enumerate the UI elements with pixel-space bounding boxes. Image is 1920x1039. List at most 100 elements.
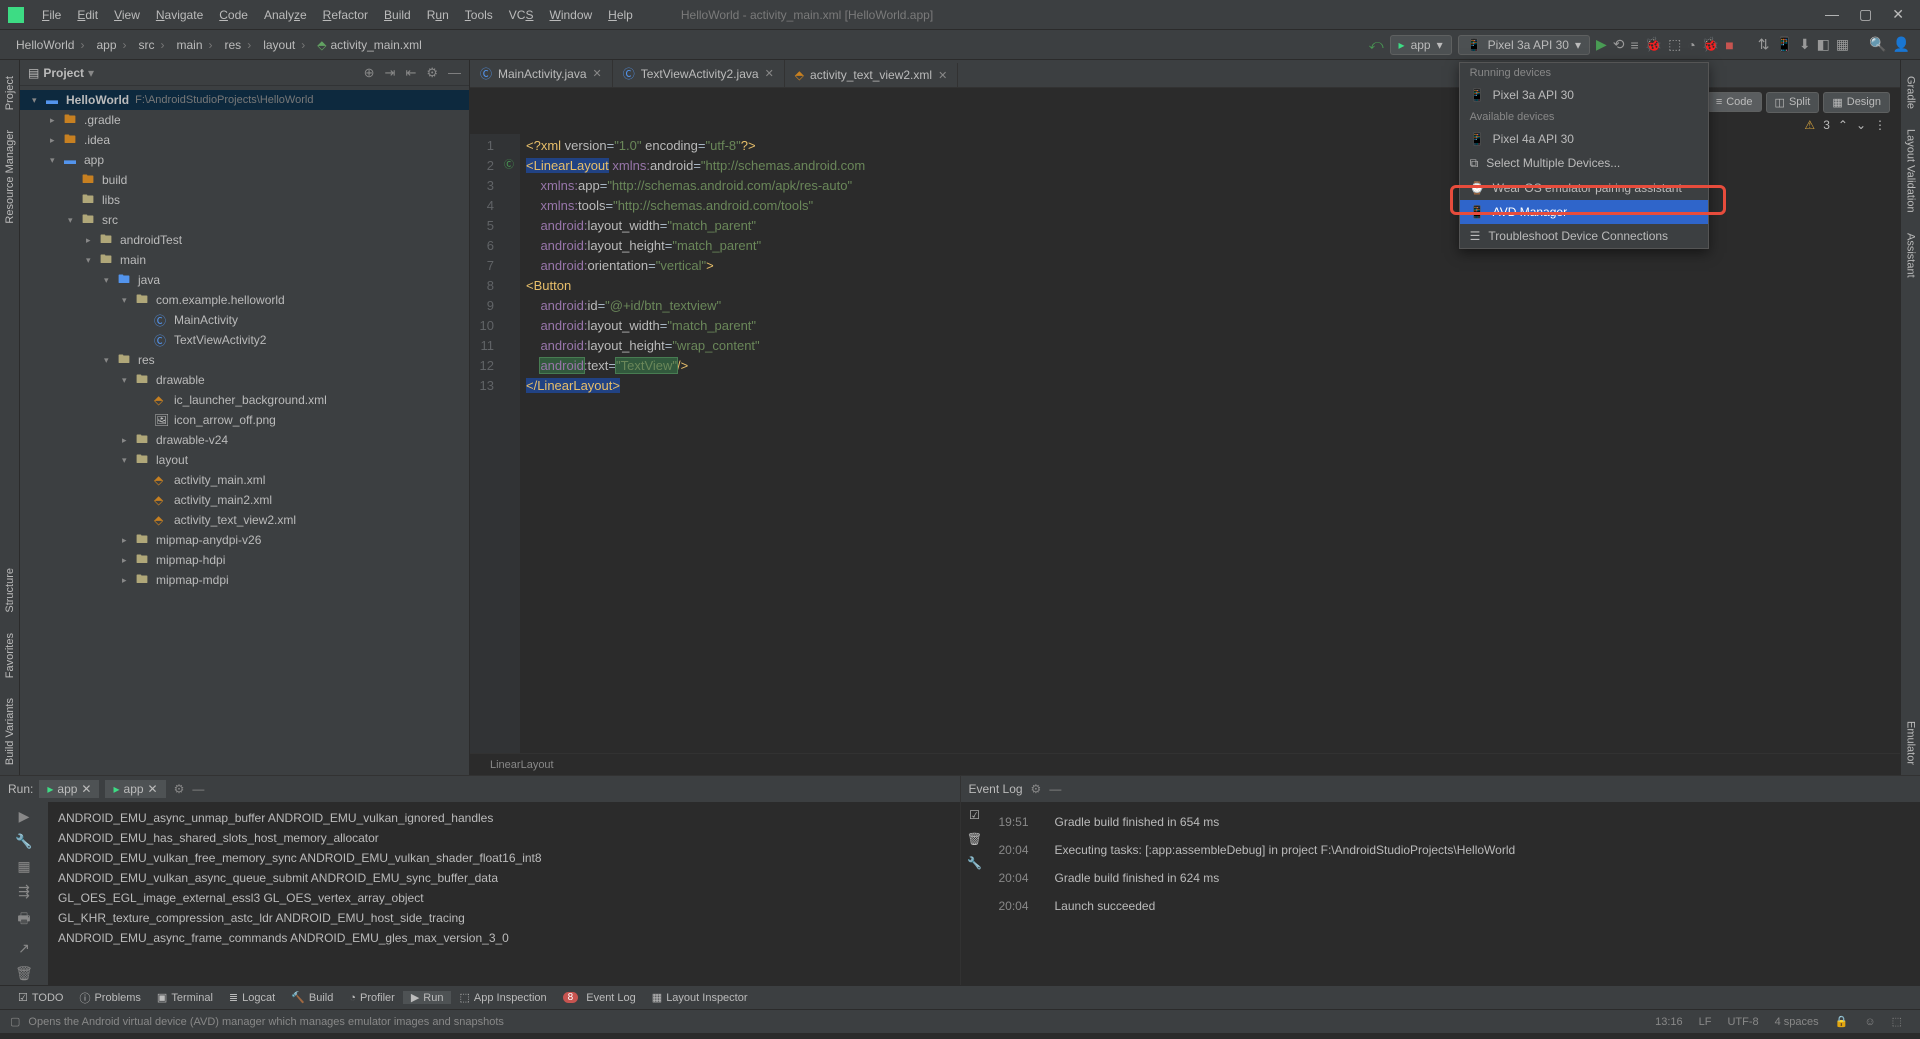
btab-logcat[interactable]: ≣ Logcat (221, 991, 283, 1004)
crumb-main[interactable]: main (171, 38, 219, 52)
collapse-icon[interactable]: ⇤ (405, 65, 416, 81)
run-config-selector[interactable]: ▸app▾ (1390, 35, 1452, 55)
hide-icon[interactable]: — (448, 65, 461, 80)
close-tab-icon[interactable]: ✕ (593, 67, 602, 80)
export-icon[interactable]: ↗ (18, 940, 30, 957)
tree-root[interactable]: ▾▬HelloWorldF:\AndroidStudioProjects\Hel… (20, 90, 469, 110)
tab-project[interactable]: Project (2, 66, 18, 120)
tree-activity-main2[interactable]: ⬘activity_main2.xml (20, 490, 469, 510)
menu-navigate[interactable]: Navigate (148, 8, 211, 22)
sync-icon[interactable]: ⇅ (1758, 36, 1770, 53)
tree-drawable24[interactable]: ▸🖿drawable-v24 (20, 430, 469, 450)
up-icon[interactable]: ⌃ (1838, 118, 1848, 132)
menu-window[interactable]: Window (541, 8, 600, 22)
stop-icon[interactable]: ■ (1725, 37, 1733, 53)
layout-icon[interactable]: ▦ (1836, 36, 1849, 53)
dd-select-multiple[interactable]: ⧉Select Multiple Devices... (1460, 151, 1708, 176)
avatar-icon[interactable]: 👤 (1893, 36, 1910, 53)
status-box-icon[interactable]: ▢ (10, 1015, 20, 1028)
tree-libs[interactable]: 🖿libs (20, 190, 469, 210)
tab-activity-text-view2[interactable]: ⬘activity_text_view2.xml✕ (785, 63, 959, 87)
btab-app-inspection[interactable]: ⬚ App Inspection (451, 991, 554, 1004)
menu-help[interactable]: Help (600, 8, 641, 22)
crumb-res[interactable]: res (219, 38, 258, 52)
tree-ic-launcher[interactable]: ⬘ic_launcher_background.xml (20, 390, 469, 410)
project-tree[interactable]: ▾▬HelloWorldF:\AndroidStudioProjects\Hel… (20, 86, 469, 775)
crumb-src[interactable]: src (133, 38, 171, 52)
tab-structure[interactable]: Structure (2, 558, 18, 623)
lock-icon[interactable]: 🔒 (1827, 1015, 1857, 1028)
tab-layout-validation[interactable]: Layout Validation (1903, 119, 1919, 223)
attach-debugger-icon[interactable]: 🐞 (1702, 36, 1719, 53)
btab-todo[interactable]: ☑ TODO (10, 991, 71, 1004)
tree-res[interactable]: ▾🖿res (20, 350, 469, 370)
menu-code[interactable]: Code (211, 8, 256, 22)
apply-code-icon[interactable]: ≡ (1631, 37, 1639, 53)
make-icon[interactable]: ⤺ (1369, 36, 1384, 53)
crumb-file[interactable]: ⬘activity_main.xml (311, 38, 428, 52)
menu-file[interactable]: File (34, 8, 69, 22)
gear-icon[interactable]: ⚙ (1031, 782, 1042, 796)
tab-textviewactivity2[interactable]: ⒸTextViewActivity2.java✕ (613, 60, 785, 87)
btab-build[interactable]: 🔨 Build (283, 991, 341, 1004)
tree-build[interactable]: 🖿build (20, 170, 469, 190)
rerun-icon[interactable]: ▶ (19, 808, 30, 825)
close-icon[interactable]: ✕ (1892, 6, 1904, 23)
tree-mainactivity[interactable]: ⒸMainActivity (20, 310, 469, 330)
dd-troubleshoot[interactable]: ☰Troubleshoot Device Connections (1460, 224, 1708, 248)
mark-read-icon[interactable]: ☑ (969, 808, 980, 822)
structure-breadcrumb[interactable]: LinearLayout (470, 753, 1900, 775)
crumb-app[interactable]: app (90, 38, 132, 52)
resource-icon[interactable]: ◧ (1817, 36, 1830, 53)
tree-androidTest[interactable]: ▸🖿androidTest (20, 230, 469, 250)
filter-icon[interactable]: ⇶ (18, 883, 30, 900)
crumb-layout[interactable]: layout (257, 38, 311, 52)
wrench-icon[interactable]: 🔧 (15, 833, 32, 850)
menu-vcs[interactable]: VCS (501, 8, 542, 22)
gear-icon[interactable]: ⚙ (174, 782, 185, 796)
run-icon[interactable]: ▶ (1596, 36, 1607, 53)
maximize-icon[interactable]: ▢ (1859, 6, 1872, 23)
tree-mipmap-anydpi[interactable]: ▸🖿mipmap-anydpi-v26 (20, 530, 469, 550)
wrench-icon[interactable]: 🔧 (967, 856, 982, 870)
menu-tools[interactable]: Tools (457, 8, 501, 22)
face-icon[interactable]: ☺ (1856, 1016, 1883, 1028)
apply-changes-icon[interactable]: ⟲ (1613, 36, 1625, 53)
btab-layout-inspector[interactable]: ▦ Layout Inspector (644, 991, 756, 1004)
tree-textviewactivity2[interactable]: ⒸTextViewActivity2 (20, 330, 469, 350)
status-more-icon[interactable]: ⬚ (1884, 1015, 1910, 1028)
crumb-project[interactable]: HelloWorld (10, 38, 90, 52)
dd-running-device[interactable]: 📱Pixel 3a API 30 (1460, 83, 1708, 107)
tab-assistant[interactable]: Assistant (1903, 223, 1919, 288)
tree-app[interactable]: ▾▬app (20, 150, 469, 170)
tree-main[interactable]: ▾🖿main (20, 250, 469, 270)
status-indent[interactable]: 4 spaces (1767, 1016, 1827, 1028)
close-tab-icon[interactable]: ✕ (938, 69, 947, 82)
view-design[interactable]: ▦ Design (1823, 92, 1890, 113)
tree-idea[interactable]: ▸🖿.idea (20, 130, 469, 150)
run-output[interactable]: ANDROID_EMU_async_unmap_buffer ANDROID_E… (48, 802, 960, 985)
tree-activity-tv2[interactable]: ⬘activity_text_view2.xml (20, 510, 469, 530)
status-encoding[interactable]: UTF-8 (1719, 1016, 1766, 1028)
tab-gradle[interactable]: Gradle (1903, 66, 1919, 119)
run-tab-app1[interactable]: ▸app✕ (39, 780, 99, 798)
hide-icon[interactable]: — (192, 782, 204, 796)
expand-icon[interactable]: ⇥ (385, 65, 396, 81)
menu-edit[interactable]: Edit (69, 8, 106, 22)
project-title[interactable]: Project (43, 66, 84, 80)
search-icon[interactable]: 🔍 (1869, 36, 1886, 53)
run-gutter-icon[interactable]: Ⓒ (504, 156, 514, 176)
tab-resource-manager[interactable]: Resource Manager (2, 120, 18, 234)
menu-run[interactable]: Run (419, 8, 457, 22)
more-icon[interactable]: ⋮ (1874, 118, 1886, 132)
btab-event-log[interactable]: 8Event Log (555, 992, 644, 1004)
layout-icon[interactable]: ▦ (17, 858, 30, 875)
tree-mipmap-mdpi[interactable]: ▸🖿mipmap-mdpi (20, 570, 469, 590)
tree-layout[interactable]: ▾🖿layout (20, 450, 469, 470)
profiler-icon[interactable]: ◔ (1687, 37, 1695, 53)
view-code[interactable]: ≡ Code (1707, 92, 1762, 112)
hide-icon[interactable]: — (1049, 782, 1061, 796)
menu-view[interactable]: View (106, 8, 148, 22)
print-icon[interactable]: 🖶 (17, 908, 30, 932)
tab-build-variants[interactable]: Build Variants (2, 688, 18, 775)
